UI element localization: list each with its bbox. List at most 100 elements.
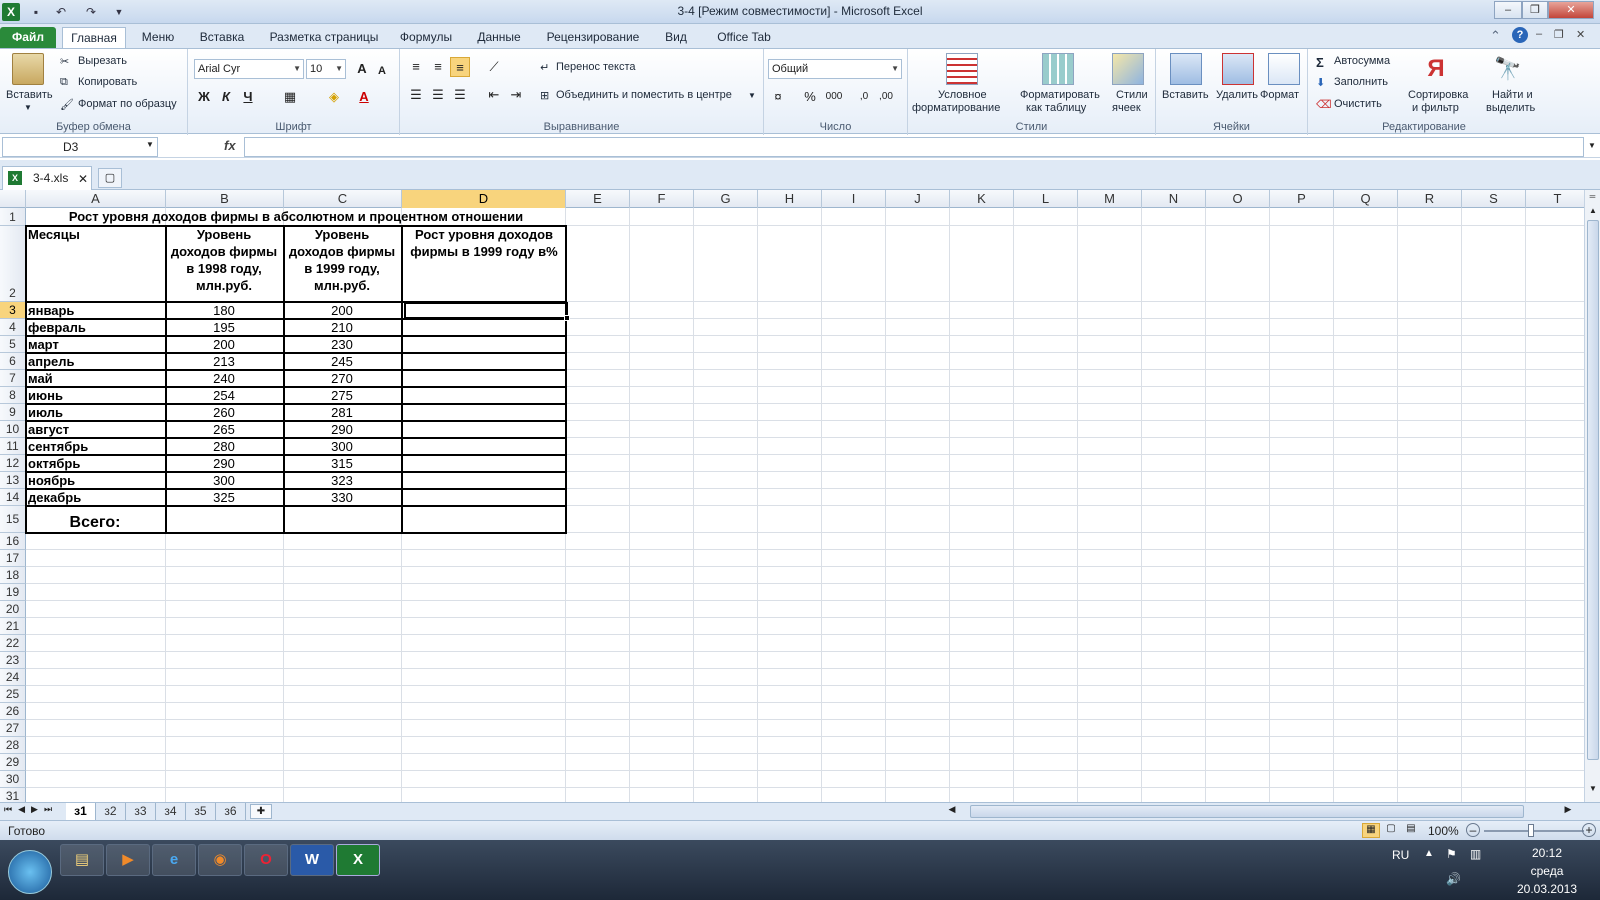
month-cell[interactable]: июль — [28, 404, 164, 421]
income-1998-cell[interactable]: 195 — [166, 319, 282, 336]
sheet-tab-5[interactable]: з5 — [186, 803, 216, 820]
month-cell[interactable]: июнь — [28, 387, 164, 404]
column-header-i[interactable]: I — [822, 190, 886, 208]
month-cell[interactable]: март — [28, 336, 164, 353]
zoom-out-icon[interactable]: – — [1466, 823, 1480, 837]
income-1999-cell[interactable]: 290 — [284, 421, 400, 438]
income-1999-cell[interactable]: 200 — [284, 302, 400, 319]
maximize-button[interactable]: ❐ — [1522, 1, 1548, 19]
expand-formula-bar-icon[interactable]: ▼ — [1588, 141, 1596, 150]
copy-button[interactable]: Копировать — [78, 76, 137, 88]
column-header-j[interactable]: J — [886, 190, 950, 208]
column-header-s[interactable]: S — [1462, 190, 1526, 208]
sheet-nav-icon[interactable]: ⏮◀▶⏭ — [4, 804, 58, 815]
income-1998-cell[interactable]: 260 — [166, 404, 282, 421]
align-center-icon[interactable]: ☰ — [428, 85, 448, 105]
income-1998-cell[interactable]: 280 — [166, 438, 282, 455]
conditional-formatting-icon[interactable] — [946, 53, 978, 85]
income-1999-cell[interactable]: 330 — [284, 489, 400, 506]
month-cell[interactable]: апрель — [28, 353, 164, 370]
format-as-table-line1[interactable]: Форматировать — [1020, 89, 1100, 101]
page-layout-view-icon[interactable]: ▢ — [1382, 823, 1400, 838]
row-header-15[interactable]: 15 — [0, 506, 26, 533]
row-header-14[interactable]: 14 — [0, 489, 26, 506]
sheet-tab-1[interactable]: з1 — [66, 803, 96, 820]
font-color-icon[interactable]: A — [354, 87, 374, 107]
clear-button[interactable]: Очистить — [1334, 98, 1382, 110]
row-header-12[interactable]: 12 — [0, 455, 26, 472]
fill-handle[interactable] — [564, 315, 570, 321]
header-1999[interactable]: Уровень доходов фирмы в 1999 году, млн.р… — [284, 226, 400, 302]
action-center-icon[interactable]: ⚑ — [1446, 847, 1457, 861]
font-name-combo[interactable]: Arial Cyr ▼ — [194, 59, 304, 79]
tab-view[interactable]: Вид — [656, 27, 696, 48]
zoom-slider-thumb[interactable] — [1528, 824, 1534, 837]
income-1998-cell[interactable]: 290 — [166, 455, 282, 472]
media-player-icon[interactable]: ▶ — [106, 844, 150, 876]
name-box-dropdown-icon[interactable]: ▼ — [146, 140, 154, 149]
insert-cells-icon[interactable] — [1170, 53, 1202, 85]
month-cell[interactable]: август — [28, 421, 164, 438]
column-header-m[interactable]: M — [1078, 190, 1142, 208]
italic-button[interactable]: К — [216, 87, 236, 107]
excel-icon[interactable]: X — [336, 844, 380, 876]
row-header-6[interactable]: 6 — [0, 353, 26, 370]
row-header-10[interactable]: 10 — [0, 421, 26, 438]
currency-icon[interactable]: ¤ — [768, 87, 788, 107]
row-header-8[interactable]: 8 — [0, 387, 26, 404]
conditional-formatting-line1[interactable]: Условное — [938, 89, 987, 101]
row-header-27[interactable]: 27 — [0, 720, 26, 737]
income-1999-cell[interactable]: 323 — [284, 472, 400, 489]
page-break-view-icon[interactable]: ▤ — [1402, 823, 1420, 838]
format-cells-icon[interactable] — [1268, 53, 1300, 85]
column-header-o[interactable]: O — [1206, 190, 1270, 208]
font-size-combo[interactable]: 10 ▼ — [306, 59, 346, 79]
income-1998-cell[interactable]: 240 — [166, 370, 282, 387]
income-1999-cell[interactable]: 230 — [284, 336, 400, 353]
format-painter-button[interactable]: Формат по образцу — [78, 98, 177, 110]
income-1999-cell[interactable]: 275 — [284, 387, 400, 404]
column-header-c[interactable]: C — [284, 190, 402, 208]
income-1998-cell[interactable]: 254 — [166, 387, 282, 404]
tab-page-layout[interactable]: Разметка страницы — [264, 27, 384, 48]
row-header-25[interactable]: 25 — [0, 686, 26, 703]
align-left-icon[interactable]: ☰ — [406, 85, 426, 105]
row-header-4[interactable]: 4 — [0, 319, 26, 336]
align-right-icon[interactable]: ☰ — [450, 85, 470, 105]
row-header-11[interactable]: 11 — [0, 438, 26, 455]
month-cell[interactable]: май — [28, 370, 164, 387]
column-header-l[interactable]: L — [1014, 190, 1078, 208]
column-header-f[interactable]: F — [630, 190, 694, 208]
hscroll-thumb[interactable] — [970, 805, 1524, 818]
tab-file[interactable]: Файл — [0, 27, 56, 48]
autosum-button[interactable]: Автосумма — [1334, 55, 1390, 67]
column-header-b[interactable]: B — [166, 190, 284, 208]
tab-menu[interactable]: Меню — [134, 27, 182, 48]
column-header-h[interactable]: H — [758, 190, 822, 208]
row-header-28[interactable]: 28 — [0, 737, 26, 754]
start-button[interactable] — [8, 850, 52, 894]
cell-styles-line2[interactable]: ячеек — [1112, 102, 1141, 114]
vertical-scrollbar[interactable]: ═ ▲ ▼ — [1584, 190, 1600, 802]
increase-decimal-icon[interactable]: ,0 — [854, 87, 874, 107]
income-1999-cell[interactable]: 210 — [284, 319, 400, 336]
month-cell[interactable]: февраль — [28, 319, 164, 336]
firefox-icon[interactable]: ◉ — [198, 844, 242, 876]
income-1999-cell[interactable]: 300 — [284, 438, 400, 455]
align-middle-icon[interactable]: ≡ — [428, 57, 448, 77]
ie-icon[interactable]: e — [152, 844, 196, 876]
doc-minimize-button[interactable]: – — [1536, 28, 1542, 40]
align-top-icon[interactable]: ≡ — [406, 57, 426, 77]
column-header-d[interactable]: D — [402, 190, 566, 208]
row-header-1[interactable]: 1 — [0, 208, 26, 226]
income-1999-cell[interactable]: 281 — [284, 404, 400, 421]
zoom-slider-track[interactable] — [1484, 830, 1584, 832]
increase-indent-icon[interactable]: ⇥ — [506, 85, 526, 105]
row-header-24[interactable]: 24 — [0, 669, 26, 686]
decrease-decimal-icon[interactable]: ,00 — [876, 87, 896, 107]
tab-insert[interactable]: Вставка — [190, 27, 254, 48]
minimize-button[interactable]: – — [1494, 1, 1522, 19]
format-cells-button[interactable]: Формат — [1260, 89, 1299, 101]
merge-center-button[interactable]: Объединить и поместить в центре — [556, 89, 732, 101]
align-bottom-icon[interactable]: ≡ — [450, 57, 470, 77]
